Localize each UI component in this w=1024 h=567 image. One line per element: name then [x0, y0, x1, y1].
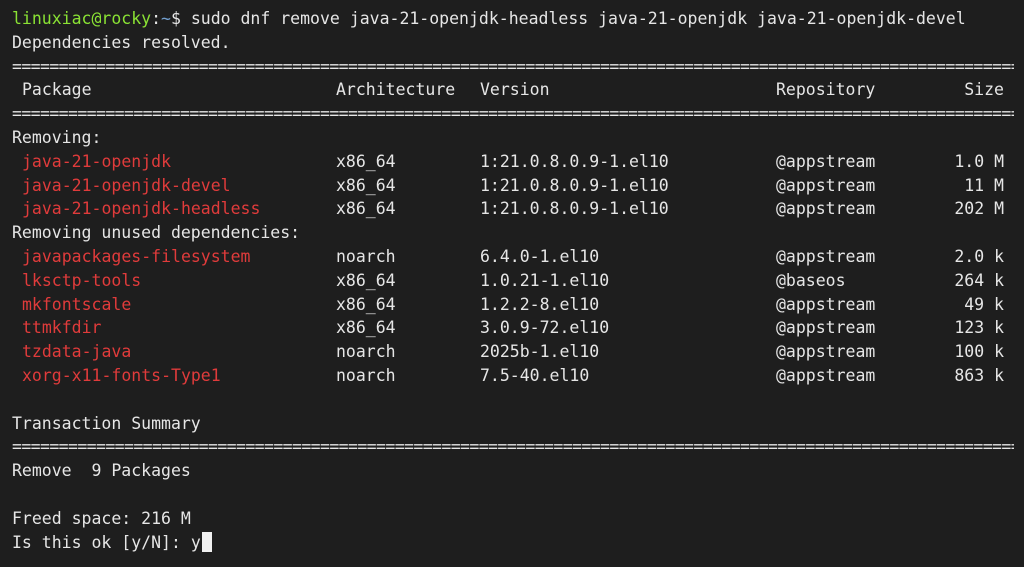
package-name: tzdata-java [22, 340, 131, 364]
table-row: mkfontscale x86_64 1.2.2-8.el10 @appstre… [0, 293, 1024, 317]
package-name: java-21-openjdk-devel [22, 174, 231, 198]
package-arch: x86_64 [336, 316, 396, 340]
package-version: 1:21.0.8.0.9-1.el10 [480, 150, 669, 174]
header-version: Version [480, 78, 550, 102]
package-arch: x86_64 [336, 293, 396, 317]
header-repository: Repository [776, 78, 875, 102]
package-arch: x86_64 [336, 150, 396, 174]
package-size: 123 k [954, 316, 1004, 340]
prompt-path: ~ [161, 9, 171, 28]
package-arch: x86_64 [336, 174, 396, 198]
terminal-window[interactable]: linuxiac@rocky:~$ sudo dnf remove java-2… [0, 0, 1024, 567]
confirm-answer[interactable]: y [191, 533, 201, 552]
terminal-cursor [202, 532, 212, 552]
header-package: Package [22, 78, 92, 102]
table-row: java-21-openjdk-headless x86_64 1:21.0.8… [0, 197, 1024, 221]
package-size: 100 k [954, 340, 1004, 364]
package-version: 7.5-40.el10 [480, 364, 589, 388]
section-removing: Removing: [0, 126, 1024, 150]
confirm-question: Is this ok [y/N]: [12, 533, 191, 552]
package-arch: noarch [336, 340, 396, 364]
section-unused: Removing unused dependencies: [0, 221, 1024, 245]
summary-title: Transaction Summary [0, 412, 1024, 436]
prompt-separator: : [151, 9, 161, 28]
separator-header: ========================================… [0, 102, 1024, 126]
package-arch: noarch [336, 364, 396, 388]
command-line: linuxiac@rocky:~$ sudo dnf remove java-2… [0, 7, 1024, 31]
package-name: ttmkfdir [22, 316, 101, 340]
package-repo: @appstream [776, 197, 875, 221]
package-arch: x86_64 [336, 197, 396, 221]
package-name: java-21-openjdk-headless [22, 197, 260, 221]
package-version: 1:21.0.8.0.9-1.el10 [480, 174, 669, 198]
table-row: java-21-openjdk-devel x86_64 1:21.0.8.0.… [0, 174, 1024, 198]
blank-line [0, 388, 1024, 412]
package-repo: @appstream [776, 316, 875, 340]
separator-top: ========================================… [0, 55, 1024, 79]
package-version: 6.4.0-1.el10 [480, 245, 599, 269]
header-size: Size [964, 78, 1004, 102]
package-name: javapackages-filesystem [22, 245, 250, 269]
package-name: java-21-openjdk [22, 150, 171, 174]
package-version: 2025b-1.el10 [480, 340, 599, 364]
table-header: Package Architecture Version Repository … [0, 78, 1024, 102]
package-version: 3.0.9-72.el10 [480, 316, 609, 340]
package-version: 1.0.21-1.el10 [480, 269, 609, 293]
package-size: 49 k [964, 293, 1004, 317]
blank-line [0, 483, 1024, 507]
package-repo: @appstream [776, 174, 875, 198]
package-size: 202 M [954, 197, 1004, 221]
package-repo: @appstream [776, 245, 875, 269]
package-version: 1:21.0.8.0.9-1.el10 [480, 197, 669, 221]
confirm-prompt[interactable]: Is this ok [y/N]: y [0, 531, 1024, 555]
header-architecture: Architecture [336, 78, 455, 102]
status-line: Dependencies resolved. [0, 31, 1024, 55]
package-repo: @appstream [776, 293, 875, 317]
summary-remove-count: Remove 9 Packages [0, 459, 1024, 483]
package-size: 2.0 k [954, 245, 1004, 269]
separator-summary: ========================================… [0, 435, 1024, 459]
table-row: ttmkfdir x86_64 3.0.9-72.el10 @appstream… [0, 316, 1024, 340]
table-row: xorg-x11-fonts-Type1 noarch 7.5-40.el10 … [0, 364, 1024, 388]
package-repo: @appstream [776, 150, 875, 174]
package-repo: @appstream [776, 340, 875, 364]
package-size: 863 k [954, 364, 1004, 388]
package-size: 11 M [964, 174, 1004, 198]
freed-space: Freed space: 216 M [0, 507, 1024, 531]
package-size: 1.0 M [954, 150, 1004, 174]
package-name: lksctp-tools [22, 269, 141, 293]
package-name: xorg-x11-fonts-Type1 [22, 364, 221, 388]
table-row: java-21-openjdk x86_64 1:21.0.8.0.9-1.el… [0, 150, 1024, 174]
command-text: sudo dnf remove java-21-openjdk-headless… [191, 9, 966, 28]
package-arch: noarch [336, 245, 396, 269]
package-name: mkfontscale [22, 293, 131, 317]
table-row: tzdata-java noarch 2025b-1.el10 @appstre… [0, 340, 1024, 364]
table-row: lksctp-tools x86_64 1.0.21-1.el10 @baseo… [0, 269, 1024, 293]
prompt-symbol: $ [171, 9, 181, 28]
package-repo: @baseos [776, 269, 846, 293]
prompt-user-host: linuxiac@rocky [12, 9, 151, 28]
package-repo: @appstream [776, 364, 875, 388]
package-size: 264 k [954, 269, 1004, 293]
table-row: javapackages-filesystem noarch 6.4.0-1.e… [0, 245, 1024, 269]
package-arch: x86_64 [336, 269, 396, 293]
package-version: 1.2.2-8.el10 [480, 293, 599, 317]
